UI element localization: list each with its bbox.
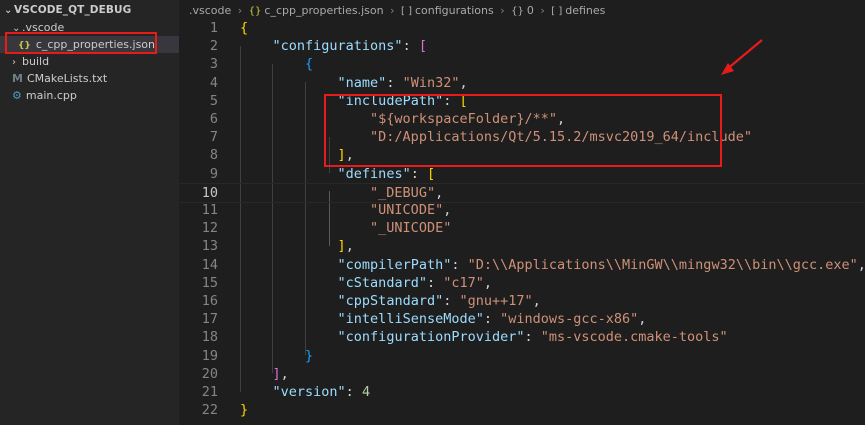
annotation-arrow-shaft (725, 39, 763, 71)
annotation-arrow (721, 39, 763, 75)
